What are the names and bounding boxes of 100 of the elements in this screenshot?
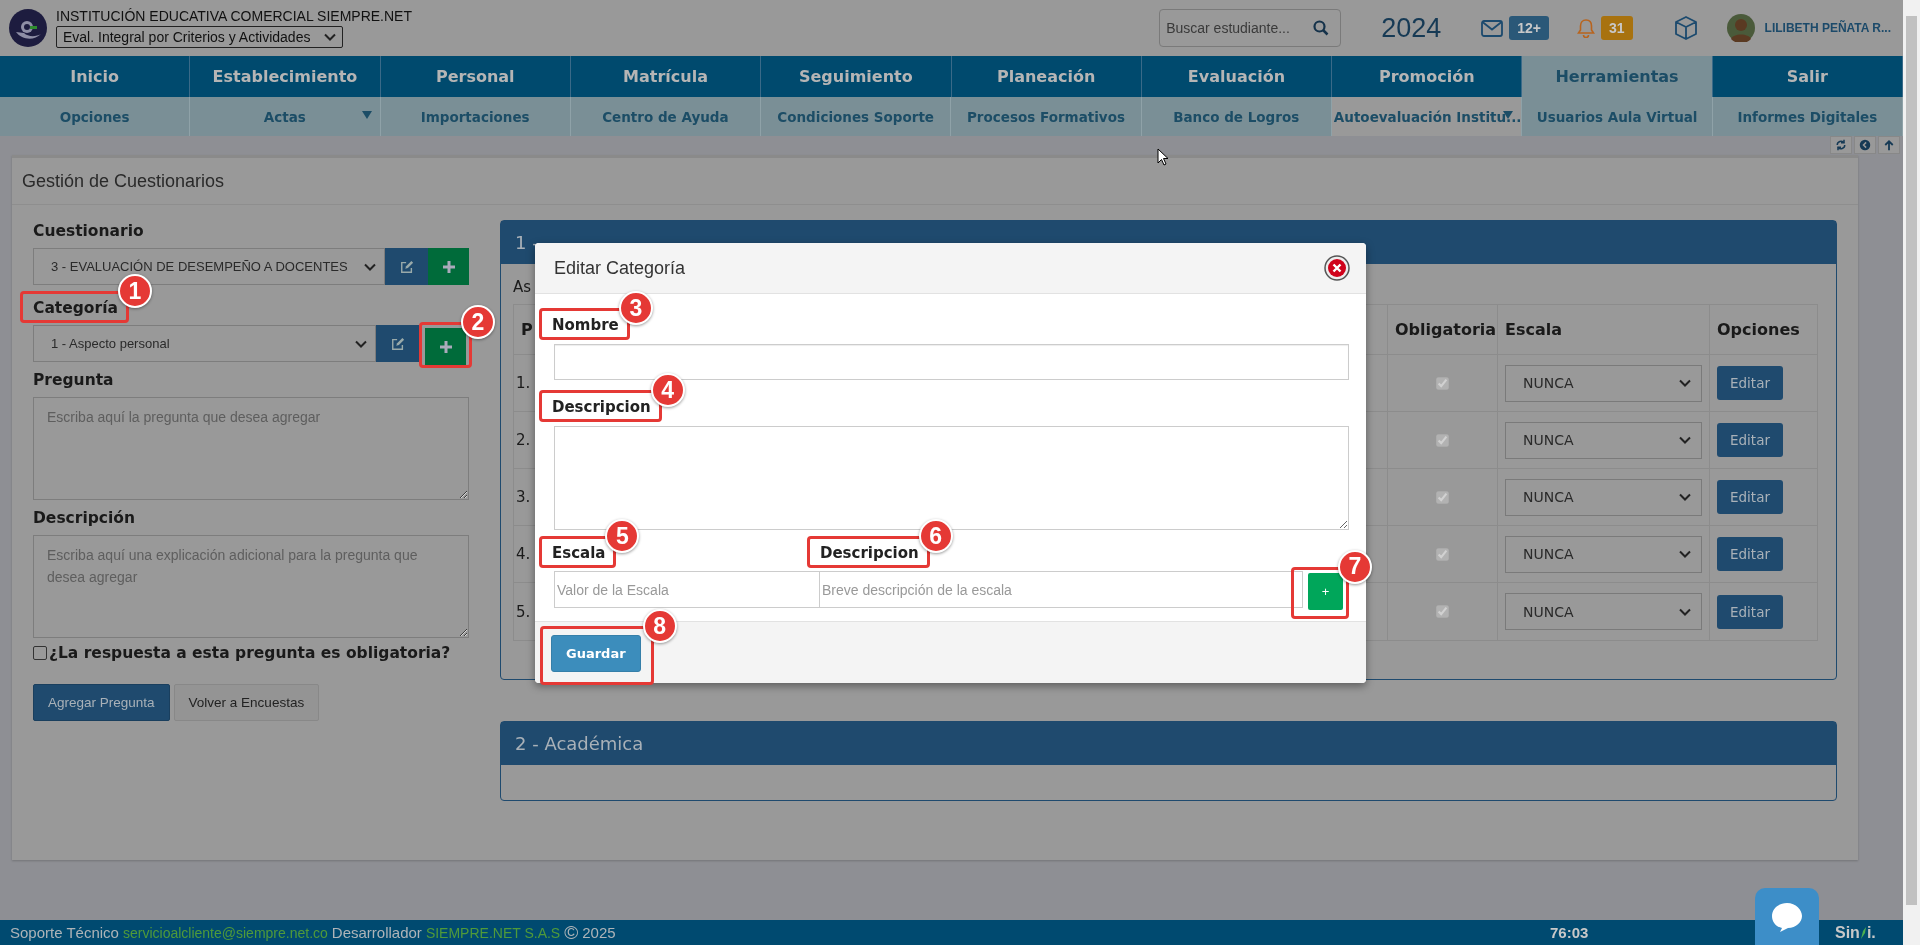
checkbox-label: ¿La respuesta a esta pregunta es obligatoria? <box>49 644 451 662</box>
callout-number: 1 <box>117 274 152 308</box>
user-name[interactable]: LILIBETH PEÑATA R... <box>1764 21 1891 35</box>
mode-dropdown[interactable]: Eval. Integral por Criterios y Actividades <box>56 26 344 48</box>
edit-button[interactable] <box>385 248 428 285</box>
name-input[interactable] <box>554 344 1349 380</box>
message-count[interactable]: 12+ <box>1509 16 1549 40</box>
scale-dropdown[interactable]: NUNCA <box>1505 535 1702 573</box>
callout-number: 6 <box>918 519 953 553</box>
row-number: 4. <box>516 545 531 563</box>
session-timer: 76:03 <box>1550 924 1590 941</box>
save-button[interactable]: Guardar <box>551 635 641 672</box>
back-icon <box>1859 139 1871 151</box>
footer-text: Soporte Técnico <box>10 924 119 941</box>
callout-number: 4 <box>650 373 685 407</box>
brand-text: Sin <box>1835 923 1860 942</box>
toolbar-button[interactable] <box>1830 136 1852 154</box>
chevron-down-icon <box>355 339 367 348</box>
plus-icon <box>442 260 455 273</box>
add-button[interactable] <box>428 248 469 285</box>
chevron-down-icon <box>364 262 376 271</box>
select-field[interactable]: 1 - Aspecto personal <box>33 325 376 362</box>
field-label: Descripción <box>33 509 137 527</box>
refresh-icon <box>1835 139 1847 151</box>
close-button[interactable] <box>1324 255 1350 281</box>
copyright-sign: © <box>564 921 579 944</box>
support-email-link[interactable]: servicioalcliente@siempre.net.co <box>122 924 328 941</box>
action-button[interactable]: Volver a Encuestas <box>173 684 320 721</box>
edit-button[interactable]: Editar <box>1717 480 1783 514</box>
row-number: 2. <box>516 431 531 449</box>
column-header: Obligatoria <box>1387 305 1497 355</box>
logo-icon <box>8 8 48 48</box>
edit-button[interactable]: Editar <box>1717 366 1783 400</box>
scale-dropdown[interactable]: NUNCA <box>1505 593 1702 630</box>
column-header: Escala <box>1497 305 1709 355</box>
edit-icon <box>390 336 405 351</box>
column-header: Opciones <box>1709 305 1817 355</box>
edit-button[interactable] <box>376 325 419 362</box>
field-label: Categoría <box>33 299 118 317</box>
plus-icon <box>439 340 452 353</box>
action-button[interactable]: Agregar Pregunta <box>33 684 170 721</box>
field-label: Cuestionario <box>33 222 145 240</box>
bell-icon <box>1576 18 1595 38</box>
question-textarea[interactable]: Escriba aquí la pregunta que desea agregar <box>33 397 469 500</box>
callout-number: 3 <box>618 291 653 325</box>
envelope-icon <box>1481 19 1504 37</box>
mouse-pointer-icon <box>1157 148 1169 166</box>
leaf-icon <box>1859 926 1867 939</box>
field-label: Descripcion <box>820 544 919 562</box>
search-icon <box>1313 20 1330 36</box>
toolbar-button[interactable] <box>1878 136 1900 154</box>
scale-dropdown[interactable]: NUNCA <box>1505 478 1702 516</box>
field-label: Pregunta <box>33 371 115 389</box>
year-label: 2024 <box>1381 12 1442 44</box>
panel-text: As <box>513 278 533 296</box>
chat-bubble-icon <box>1770 901 1804 932</box>
close-icon <box>1324 255 1350 281</box>
edit-icon <box>399 259 414 274</box>
scale-value-input[interactable]: Valor de la Escala <box>554 571 820 608</box>
description-textarea[interactable]: Escriba aquí una explicación adicional para la pregunta que desea agregar <box>33 535 469 638</box>
add-button[interactable] <box>425 328 466 365</box>
chevron-down-icon <box>1679 493 1691 501</box>
edit-button[interactable]: Editar <box>1717 537 1783 571</box>
add-button[interactable]: + <box>1308 572 1343 610</box>
brand-text: i. <box>1866 923 1876 942</box>
cube-icon <box>1672 15 1699 41</box>
scale-dropdown[interactable]: NUNCA <box>1505 421 1702 459</box>
scrollbar[interactable] <box>1903 0 1920 945</box>
callout-number: 5 <box>605 519 640 553</box>
field-label: Escala <box>552 544 606 562</box>
toolbar-button[interactable] <box>1854 136 1876 154</box>
avatar-icon <box>1726 14 1755 42</box>
panel-title: 2 - Académica <box>501 722 1836 765</box>
callout-number: 2 <box>461 305 495 339</box>
callout-number: 8 <box>642 609 677 643</box>
row-number: 5. <box>516 602 531 621</box>
chevron-down-icon <box>1679 550 1691 558</box>
notification-count[interactable]: 31 <box>1600 16 1633 40</box>
menu-tab[interactable]: Herramientas <box>1522 56 1713 97</box>
developer-link[interactable]: SIEMPRE.NET S.A.S <box>425 924 561 941</box>
row-number: 3. <box>516 488 531 506</box>
school-name: INSTITUCIÓN EDUCATIVA COMERCIAL SIEMPRE.NET <box>56 8 412 24</box>
search-field[interactable]: Buscar estudiante... <box>1159 9 1342 47</box>
chevron-down-icon <box>1679 436 1691 444</box>
page-title: Gestión de Cuestionarios <box>12 158 1858 205</box>
chat-button[interactable] <box>1755 888 1819 945</box>
chevron-down-icon <box>324 33 337 41</box>
callout-number: 7 <box>1338 549 1372 584</box>
submenu-item[interactable]: Autoevaluación Institu... <box>1331 97 1523 136</box>
edit-button[interactable]: Editar <box>1717 423 1783 457</box>
scale-dropdown[interactable]: NUNCA <box>1505 364 1702 402</box>
field-label: Nombre <box>552 316 619 334</box>
field-label: Descripcion <box>552 398 651 416</box>
footer-text: Desarrollador <box>331 924 422 941</box>
checkbox[interactable] <box>33 646 47 660</box>
up-arrow-icon <box>1883 139 1895 151</box>
chevron-down-icon <box>1679 379 1691 387</box>
scale-description-input[interactable]: Breve descripción de la escala <box>820 571 1303 608</box>
edit-button[interactable]: Editar <box>1717 594 1783 629</box>
chevron-down-icon <box>1679 607 1691 616</box>
